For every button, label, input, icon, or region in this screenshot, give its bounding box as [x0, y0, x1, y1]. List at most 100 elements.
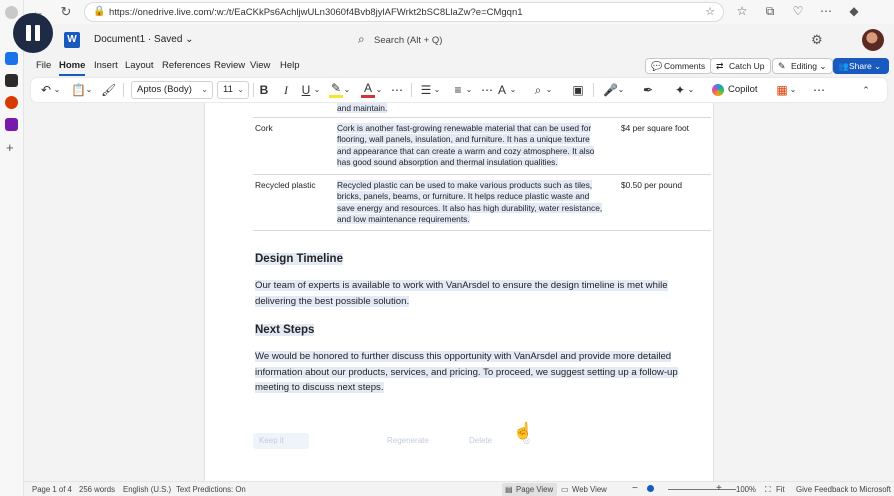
share-people-icon: 👥: [838, 61, 849, 71]
designer-dropdown-icon[interactable]: ⌄: [687, 82, 695, 98]
web-view-button[interactable]: ▭ Web View: [558, 483, 611, 496]
tab-view[interactable]: View: [250, 60, 270, 71]
profile-icon[interactable]: [5, 6, 18, 19]
zoom-out-button[interactable]: −: [632, 483, 638, 494]
align-icon[interactable]: ≡: [451, 82, 465, 98]
regenerate-button[interactable]: [325, 433, 369, 449]
highlight-icon[interactable]: ✎: [329, 82, 343, 98]
material-name: Recycled plastic: [255, 180, 316, 190]
catch-up-button[interactable]: ⇄ Catch Up: [710, 58, 772, 74]
undo-icon[interactable]: ↶: [39, 82, 53, 98]
pause-button[interactable]: [13, 13, 53, 53]
undo-dropdown-icon[interactable]: ⌄: [53, 82, 61, 98]
favorite-star-icon[interactable]: ☆: [705, 5, 715, 18]
pencil-icon: ✎: [778, 61, 786, 71]
settings-gear-icon[interactable]: ⚙: [811, 32, 823, 48]
page-view-button[interactable]: ▤ Page View: [502, 483, 558, 496]
font-name-select[interactable]: Aptos (Body) ⌄: [131, 81, 213, 99]
search-placeholder: Search (Alt + Q): [374, 35, 443, 46]
copilot-browser-icon[interactable]: ◆: [846, 4, 862, 18]
font-color-dropdown-icon[interactable]: ⌄: [375, 82, 383, 98]
extensions-icon[interactable]: ♡: [790, 4, 806, 18]
styles-dropdown-icon[interactable]: ⌄: [509, 82, 517, 98]
tab-home[interactable]: Home: [59, 60, 86, 76]
copilot-button[interactable]: Copilot: [712, 81, 758, 99]
italic-button[interactable]: I: [279, 82, 293, 98]
editing-mode-button[interactable]: ✎ Editing ⌄: [772, 58, 834, 74]
search-box[interactable]: ⌕ Search (Alt + Q): [350, 30, 570, 50]
keep-button[interactable]: Keep it: [253, 433, 309, 449]
document-name[interactable]: Document1 · Saved ⌄: [94, 34, 194, 45]
more-font-options-icon[interactable]: ⋯: [389, 82, 405, 98]
onenote-icon[interactable]: [5, 118, 18, 131]
editor-icon[interactable]: ✒: [641, 82, 655, 98]
more-paragraph-options-icon[interactable]: ⋯: [479, 82, 495, 98]
tab-help[interactable]: Help: [280, 60, 300, 71]
avatar[interactable]: [862, 29, 884, 51]
zoom-level[interactable]: 100%: [736, 485, 756, 494]
office-icon[interactable]: [5, 96, 18, 109]
fit-icon: ⛶: [765, 485, 771, 494]
underline-dropdown-icon[interactable]: ⌄: [313, 82, 321, 98]
language[interactable]: English (U.S.): [123, 485, 171, 494]
material-description: Recycled plastic can be used to make var…: [337, 180, 603, 224]
add-ins-icon[interactable]: ▦: [775, 82, 789, 98]
highlight-dropdown-icon[interactable]: ⌄: [343, 82, 351, 98]
add-ins-dropdown-icon[interactable]: ⌄: [789, 82, 797, 98]
font-size-select[interactable]: 11 ⌄: [217, 81, 249, 99]
table-divider: [253, 174, 711, 175]
add-icon[interactable]: +: [6, 140, 14, 155]
material-description: Cork is another fast-growing renewable m…: [337, 123, 595, 167]
fit-button[interactable]: ⛶ Fit: [762, 483, 789, 496]
section-heading: Design Timeline: [255, 253, 343, 265]
outlook-icon[interactable]: [5, 52, 18, 65]
app-icon[interactable]: [5, 74, 18, 87]
tab-review[interactable]: Review: [214, 60, 245, 71]
bullets-icon[interactable]: ☰: [419, 82, 433, 98]
tab-layout[interactable]: Layout: [125, 60, 154, 71]
regenerate-text-button[interactable]: Regenerate: [381, 433, 453, 449]
designer-icon[interactable]: ✦: [673, 82, 687, 98]
dictate-dropdown-icon[interactable]: ⌄: [617, 82, 625, 98]
zoom-slider-thumb[interactable]: [647, 485, 654, 492]
find-icon[interactable]: ⌕: [531, 82, 545, 98]
material-price: $0.50 per pound: [621, 180, 683, 190]
paste-dropdown-icon[interactable]: ⌄: [85, 82, 93, 98]
comments-button[interactable]: 💬 Comments: [645, 58, 713, 74]
tab-references[interactable]: References: [162, 60, 211, 71]
delete-button[interactable]: Delete: [463, 433, 515, 449]
collapse-ribbon-icon[interactable]: ⌃: [859, 82, 873, 98]
underline-button[interactable]: U: [299, 82, 313, 98]
paste-icon[interactable]: 📋: [71, 82, 86, 98]
collections-icon[interactable]: ⧉: [762, 4, 778, 19]
section-heading: Next Steps: [255, 324, 315, 336]
refresh-icon[interactable]: ↻: [58, 4, 74, 20]
word-logo-icon[interactable]: W: [64, 32, 80, 48]
document-page[interactable]: and maintain. Cork Cork is another fast-…: [204, 103, 714, 481]
insert-picture-icon[interactable]: ▣: [571, 82, 585, 98]
page-count: Page 1 of 4: [32, 485, 72, 494]
tab-file[interactable]: File: [36, 60, 51, 71]
more-icon[interactable]: ⋯: [818, 4, 834, 18]
address-bar[interactable]: 🔒 https://onedrive.live.com/:w:/t/EaCKkP…: [84, 2, 724, 22]
feedback-link[interactable]: Give Feedback to Microsoft: [796, 485, 891, 494]
share-button[interactable]: 👥 Share ⌄: [833, 58, 889, 74]
tab-insert[interactable]: Insert: [94, 60, 118, 71]
dictate-icon[interactable]: 🎤: [603, 82, 618, 98]
bullets-dropdown-icon[interactable]: ⌄: [433, 82, 441, 98]
zoom-in-button[interactable]: +: [716, 483, 722, 494]
format-painter-icon[interactable]: 🖌: [101, 82, 116, 98]
favorites-icon[interactable]: ☆: [734, 4, 750, 18]
catch-up-icon: ⇄: [716, 61, 724, 71]
align-dropdown-icon[interactable]: ⌄: [465, 82, 473, 98]
bold-button[interactable]: B: [257, 82, 271, 98]
text-predictions[interactable]: Text Predictions: On: [176, 485, 246, 494]
styles-icon[interactable]: A: [495, 82, 509, 98]
ribbon-toolbar: ↶ ⌄ 📋 ⌄ 🖌 Aptos (Body) ⌄ 11 ⌄ B I U ⌄ ✎ …: [31, 78, 887, 102]
more-options-icon[interactable]: ⋯: [811, 82, 827, 98]
font-color-icon[interactable]: A: [361, 82, 375, 98]
ribbon-tabs: File Home Insert Layout References Revie…: [24, 55, 894, 77]
table-divider: [253, 117, 711, 118]
find-dropdown-icon[interactable]: ⌄: [545, 82, 553, 98]
zoom-slider[interactable]: [668, 489, 736, 490]
